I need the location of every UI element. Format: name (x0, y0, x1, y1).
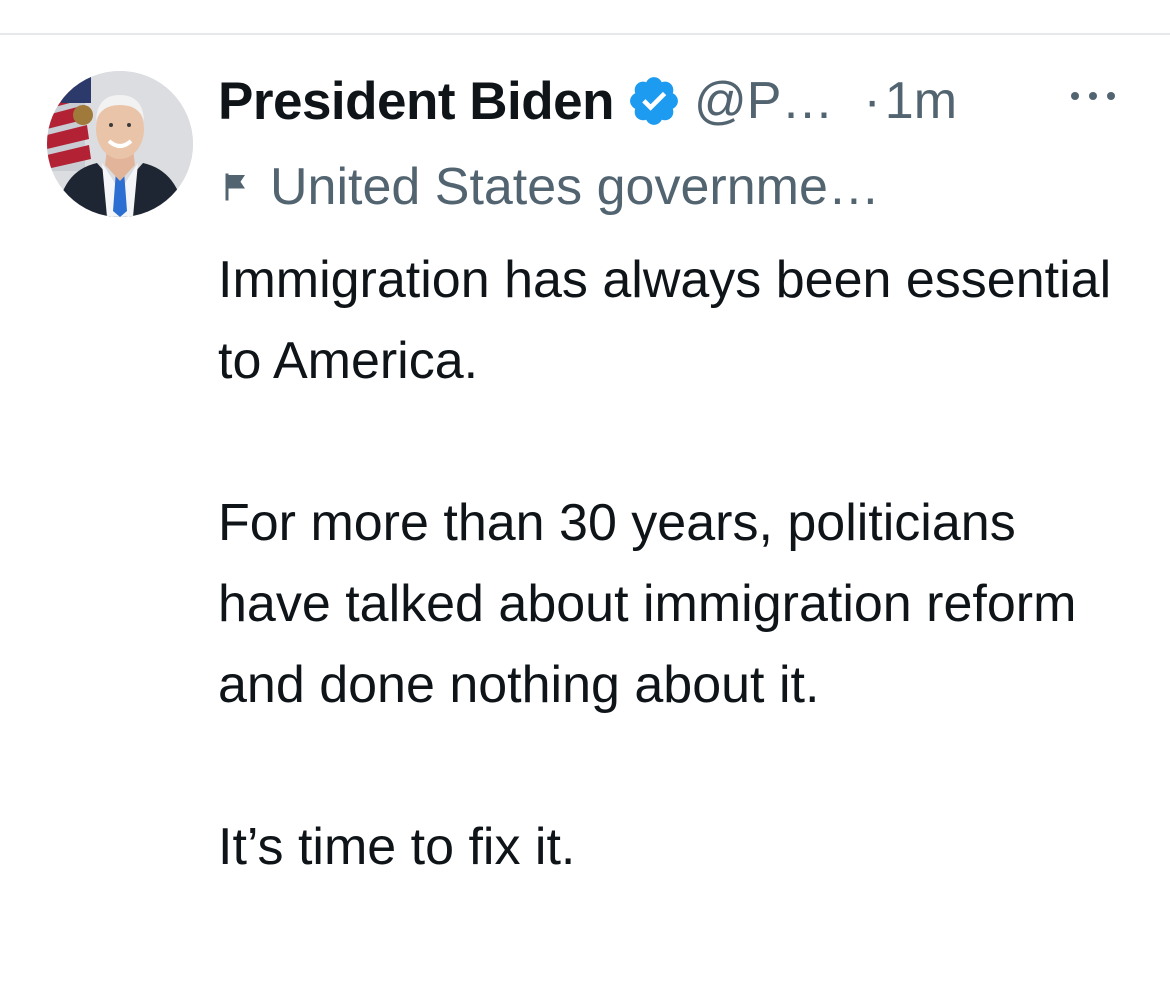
separator-dot: · (863, 72, 881, 130)
tweet-paragraph: It’s time to fix it. (218, 818, 576, 876)
tweet-view: President Biden @P… · 1m United States g… (0, 0, 1170, 986)
flag-icon (218, 169, 254, 205)
display-name[interactable]: President Biden (218, 71, 614, 132)
tweet-paragraph: For more than 30 years, politicians have… (218, 494, 1077, 714)
divider (0, 33, 1170, 35)
affiliation-label: United States governme… (218, 152, 880, 222)
avatar-image (47, 71, 193, 217)
avatar[interactable] (47, 71, 193, 217)
user-handle[interactable]: @P… (694, 71, 833, 131)
verified-badge-icon[interactable] (626, 73, 682, 129)
tweet-text: Immigration has always been essential to… (218, 240, 1138, 888)
tweet-header: President Biden @P… · 1m (218, 66, 957, 136)
timestamp[interactable]: 1m (885, 71, 957, 131)
tweet-paragraph: Immigration has always been essential to… (218, 251, 1112, 390)
more-options-icon[interactable] (1071, 86, 1115, 106)
affiliation-text: United States governme… (270, 158, 880, 216)
